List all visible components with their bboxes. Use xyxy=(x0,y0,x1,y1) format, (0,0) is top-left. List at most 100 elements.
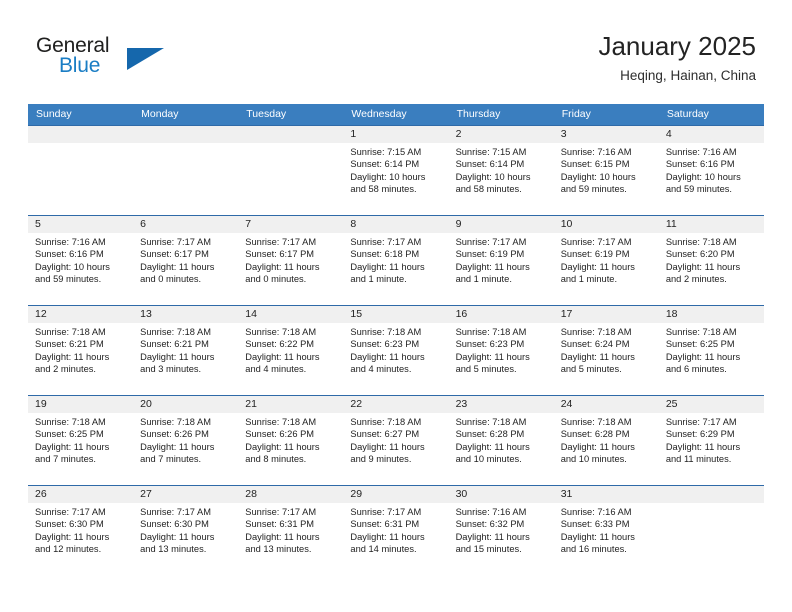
calendar-day-cell[interactable]: 22 Sunrise: 7:18 AM Sunset: 6:27 PM Dayligh… xyxy=(343,395,449,486)
day-details: Sunrise: 7:18 AM Sunset: 6:25 PM Daylight:… xyxy=(28,413,133,466)
calendar-day-cell[interactable]: 30 Sunrise: 7:16 AM Sunset: 6:32 PM Dayligh… xyxy=(448,485,554,576)
day-number: 9 xyxy=(448,216,554,233)
day-number: 17 xyxy=(553,306,659,323)
calendar-day-cell[interactable]: 10 Sunrise: 7:17 AM Sunset: 6:19 PM Dayligh… xyxy=(553,215,659,306)
day-details: Sunrise: 7:18 AM Sunset: 6:21 PM Daylight:… xyxy=(28,323,133,376)
daylight-duration-line2: and 0 minutes. xyxy=(140,274,202,285)
sunrise-time: Sunrise: 7:17 AM xyxy=(665,417,737,427)
calendar-day-cell[interactable]: 14 Sunrise: 7:18 AM Sunset: 6:22 PM Dayligh… xyxy=(238,305,344,396)
sunset-time: Sunset: 6:31 PM xyxy=(245,519,315,530)
sunrise-time: Sunrise: 7:18 AM xyxy=(35,327,106,337)
calendar-day-cell[interactable]: 26 Sunrise: 7:17 AM Sunset: 6:30 PM Dayligh… xyxy=(28,485,134,576)
sunset-time: Sunset: 6:25 PM xyxy=(665,339,735,350)
sunrise-time: Sunrise: 7:18 AM xyxy=(455,417,527,427)
calendar-day-cell[interactable]: 16 Sunrise: 7:18 AM Sunset: 6:23 PM Dayligh… xyxy=(448,305,554,396)
calendar-day-cell[interactable]: 3 Sunrise: 7:16 AM Sunset: 6:15 PM Daylight… xyxy=(553,125,659,216)
calendar-day-cell[interactable]: 31 Sunrise: 7:16 AM Sunset: 6:33 PM Dayligh… xyxy=(553,485,659,576)
daylight-duration-line1: Daylight: 11 hours xyxy=(665,261,741,272)
sunrise-time: Sunrise: 7:16 AM xyxy=(35,237,106,247)
day-number: 7 xyxy=(238,216,344,233)
daylight-duration-line2: and 3 minutes. xyxy=(140,364,202,375)
general-blue-logo[interactable]: General Blue xyxy=(36,34,176,84)
calendar-day-cell[interactable]: 19 Sunrise: 7:18 AM Sunset: 6:25 PM Dayligh… xyxy=(28,395,134,486)
calendar-body: 1 Sunrise: 7:15 AM Sunset: 6:14 PM Daylight… xyxy=(28,125,764,576)
daylight-duration-line2: and 6 minutes. xyxy=(665,364,727,375)
title-block: January 2025 Heqing, Hainan, China xyxy=(598,30,756,85)
calendar-page: General Blue January 2025 Heqing, Hainan… xyxy=(0,0,792,612)
sunset-time: Sunset: 6:17 PM xyxy=(245,249,315,260)
day-details: Sunrise: 7:15 AM Sunset: 6:14 PM Daylight:… xyxy=(449,143,554,196)
calendar-day-cell[interactable]: 2 Sunrise: 7:15 AM Sunset: 6:14 PM Daylight… xyxy=(448,125,554,216)
sunset-time: Sunset: 6:15 PM xyxy=(560,159,630,170)
calendar-day-cell[interactable]: 27 Sunrise: 7:17 AM Sunset: 6:30 PM Dayligh… xyxy=(133,485,239,576)
day-details: Sunrise: 7:15 AM Sunset: 6:14 PM Daylight:… xyxy=(343,143,448,196)
sunrise-time: Sunrise: 7:17 AM xyxy=(140,507,211,517)
day-number: 11 xyxy=(658,216,764,233)
daylight-duration-line1: Daylight: 11 hours xyxy=(560,261,635,272)
calendar-day-cell[interactable]: 24 Sunrise: 7:18 AM Sunset: 6:28 PM Dayligh… xyxy=(553,395,659,486)
sunrise-time: Sunrise: 7:18 AM xyxy=(560,327,632,337)
sunset-time: Sunset: 6:21 PM xyxy=(140,339,209,350)
daylight-duration-line2: and 16 minutes. xyxy=(560,544,627,555)
sunrise-time: Sunrise: 7:18 AM xyxy=(140,327,211,337)
daylight-duration-line2: and 2 minutes. xyxy=(35,364,96,375)
calendar-day-cell[interactable]: 4 Sunrise: 7:16 AM Sunset: 6:16 PM Daylight… xyxy=(658,125,764,216)
daylight-duration-line1: Daylight: 11 hours xyxy=(245,531,320,542)
sunset-time: Sunset: 6:26 PM xyxy=(140,429,209,440)
sunset-time: Sunset: 6:24 PM xyxy=(560,339,630,350)
calendar-day-cell[interactable]: 12 Sunrise: 7:18 AM Sunset: 6:21 PM Dayligh… xyxy=(28,305,134,396)
calendar-day-cell[interactable]: 29 Sunrise: 7:17 AM Sunset: 6:31 PM Dayligh… xyxy=(343,485,449,576)
day-number: 21 xyxy=(238,396,344,413)
sunset-time: Sunset: 6:29 PM xyxy=(665,429,735,440)
day-number: 13 xyxy=(133,306,239,323)
daylight-duration-line2: and 59 minutes. xyxy=(665,184,732,195)
daylight-duration-line1: Daylight: 11 hours xyxy=(35,441,110,452)
daylight-duration-line1: Daylight: 11 hours xyxy=(350,261,425,272)
calendar-day-cell[interactable]: 8 Sunrise: 7:17 AM Sunset: 6:18 PM Daylight… xyxy=(343,215,449,306)
calendar-day-cell[interactable]: 20 Sunrise: 7:18 AM Sunset: 6:26 PM Dayligh… xyxy=(133,395,239,486)
calendar-day-cell[interactable]: 9 Sunrise: 7:17 AM Sunset: 6:19 PM Daylight… xyxy=(448,215,554,306)
daylight-duration-line2: and 58 minutes. xyxy=(350,184,417,195)
calendar-day-cell[interactable]: 5 Sunrise: 7:16 AM Sunset: 6:16 PM Daylight… xyxy=(28,215,134,306)
daylight-duration-line2: and 5 minutes. xyxy=(560,364,622,375)
day-number: 22 xyxy=(343,396,449,413)
day-details: Sunrise: 7:17 AM Sunset: 6:30 PM Daylight:… xyxy=(28,503,133,556)
day-details: Sunrise: 7:17 AM Sunset: 6:19 PM Daylight:… xyxy=(449,233,554,286)
calendar-day-cell[interactable]: 17 Sunrise: 7:18 AM Sunset: 6:24 PM Dayligh… xyxy=(553,305,659,396)
calendar-day-cell[interactable]: 15 Sunrise: 7:18 AM Sunset: 6:23 PM Dayligh… xyxy=(343,305,449,396)
day-number: 31 xyxy=(553,486,659,503)
calendar-day-cell[interactable]: 25 Sunrise: 7:17 AM Sunset: 6:29 PM Dayligh… xyxy=(658,395,764,486)
logo-text-blue: Blue xyxy=(59,54,101,77)
day-details: Sunrise: 7:17 AM Sunset: 6:30 PM Daylight:… xyxy=(133,503,238,556)
calendar-day-cell[interactable]: 7 Sunrise: 7:17 AM Sunset: 6:17 PM Daylight… xyxy=(238,215,344,306)
day-number xyxy=(238,126,344,143)
sunrise-time: Sunrise: 7:18 AM xyxy=(245,417,317,427)
daylight-duration-line1: Daylight: 11 hours xyxy=(245,441,320,452)
sunrise-time: Sunrise: 7:15 AM xyxy=(350,147,422,157)
sunset-time: Sunset: 6:16 PM xyxy=(665,159,735,170)
calendar-day-cell[interactable]: 18 Sunrise: 7:18 AM Sunset: 6:25 PM Dayligh… xyxy=(658,305,764,396)
calendar-day-cell[interactable]: 13 Sunrise: 7:18 AM Sunset: 6:21 PM Dayligh… xyxy=(133,305,239,396)
day-number: 4 xyxy=(658,126,764,143)
calendar-day-cell[interactable]: 23 Sunrise: 7:18 AM Sunset: 6:28 PM Dayligh… xyxy=(448,395,554,486)
calendar-day-cell[interactable]: 28 Sunrise: 7:17 AM Sunset: 6:31 PM Dayligh… xyxy=(238,485,344,576)
daylight-duration-line1: Daylight: 11 hours xyxy=(140,531,215,542)
calendar-day-cell[interactable]: 11 Sunrise: 7:18 AM Sunset: 6:20 PM Dayligh… xyxy=(658,215,764,306)
calendar-day-cell[interactable]: 21 Sunrise: 7:18 AM Sunset: 6:26 PM Dayligh… xyxy=(238,395,344,486)
day-details: Sunrise: 7:18 AM Sunset: 6:23 PM Daylight:… xyxy=(343,323,448,376)
day-details: Sunrise: 7:17 AM Sunset: 6:17 PM Daylight:… xyxy=(133,233,238,286)
daylight-duration-line2: and 10 minutes. xyxy=(455,454,522,465)
daylight-duration-line1: Daylight: 11 hours xyxy=(140,261,215,272)
daylight-duration-line2: and 10 minutes. xyxy=(560,454,627,465)
daylight-duration-line1: Daylight: 11 hours xyxy=(350,441,425,452)
day-number: 15 xyxy=(343,306,449,323)
daylight-duration-line1: Daylight: 11 hours xyxy=(455,531,530,542)
day-details: Sunrise: 7:18 AM Sunset: 6:28 PM Daylight:… xyxy=(554,413,659,466)
daylight-duration-line1: Daylight: 11 hours xyxy=(140,441,215,452)
day-details: Sunrise: 7:17 AM Sunset: 6:31 PM Daylight:… xyxy=(343,503,448,556)
page-subtitle: Heqing, Hainan, China xyxy=(620,68,756,83)
calendar-day-cell[interactable]: 6 Sunrise: 7:17 AM Sunset: 6:17 PM Daylight… xyxy=(133,215,239,306)
calendar-grid: Sunday Monday Tuesday Wednesday Thursday… xyxy=(28,104,764,576)
calendar-day-cell[interactable]: 1 Sunrise: 7:15 AM Sunset: 6:14 PM Daylight… xyxy=(343,125,449,216)
sunset-time: Sunset: 6:28 PM xyxy=(455,429,525,440)
